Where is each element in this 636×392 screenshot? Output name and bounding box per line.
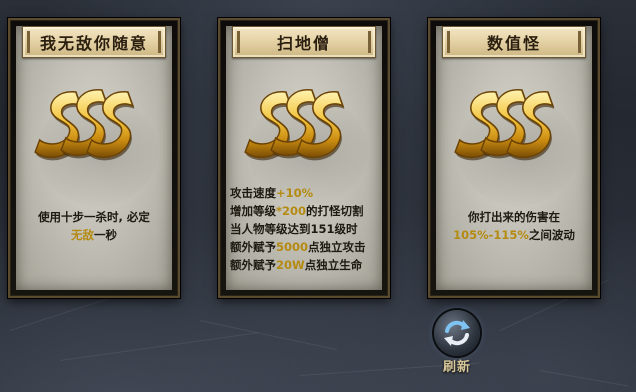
card-description: 攻击速度+10% 增加等级*200的打怪切割 当人物等级达到151级时 额外赋予500…	[230, 184, 380, 274]
card-description: 使用十步一杀时, 必定无敌一秒	[18, 208, 170, 244]
talent-card-3[interactable]: 数值怪 你打出来的伤害在 105%-115%之间波动	[428, 18, 600, 298]
description-line: 额外赋予5000点独立攻击	[230, 238, 380, 256]
highlight-value: +10%	[276, 186, 314, 200]
talent-selection-panel: 我无敌你随意 使用十步一杀时, 必定 无敌一秒 扫地僧 攻击速度+10% 增加等级*…	[0, 0, 636, 392]
description-text: 额外赋予	[230, 258, 276, 272]
sss-rank-icon	[454, 89, 555, 161]
description-text: 一秒	[94, 228, 117, 242]
highlight-value: *200	[276, 204, 307, 218]
highlight-value: 20W	[276, 258, 305, 272]
description-text: 的打怪切割	[306, 204, 364, 218]
description-text: 攻击速度	[230, 186, 276, 200]
refresh-icon	[434, 310, 480, 356]
sss-rank-icon	[34, 89, 135, 161]
talent-card-2[interactable]: 扫地僧 攻击速度+10% 增加等级*200的打怪切割 当人物等级达到151级时 额外赋…	[218, 18, 390, 298]
description-line: 当人物等级达到151级时	[230, 220, 380, 238]
card-title: 扫地僧	[276, 34, 331, 53]
description-text: 点独立生命	[304, 258, 363, 272]
card-title: 我无敌你随意	[39, 34, 148, 53]
description-line: 105%-115%之间波动	[438, 226, 590, 244]
card-title-plate: 我无敌你随意	[22, 26, 166, 58]
card-title-plate: 扫地僧	[232, 26, 376, 58]
card-description: 你打出来的伤害在 105%-115%之间波动	[438, 208, 590, 244]
description-text: 你打出来的伤害在	[468, 210, 560, 224]
description-text: 使用十步一杀时, 必定	[38, 210, 150, 224]
description-line: 使用十步一杀时, 必定	[18, 208, 170, 226]
description-text: 增加等级	[230, 204, 276, 218]
talent-card-1[interactable]: 我无敌你随意 使用十步一杀时, 必定无敌一秒	[8, 18, 180, 298]
refresh-button[interactable]: 刷新	[428, 308, 486, 378]
description-text: 点独立攻击	[308, 240, 366, 254]
description-line: 增加等级*200的打怪切割	[230, 202, 380, 220]
highlight-value: 无敌	[71, 228, 94, 242]
highlight-value: 5000	[276, 240, 309, 254]
refresh-label: 刷新	[442, 360, 471, 375]
description-line: 攻击速度+10%	[230, 184, 380, 202]
description-line: 你打出来的伤害在	[438, 208, 590, 226]
description-line: 无敌一秒	[18, 226, 170, 244]
description-text: 当人物等级达到151级时	[230, 222, 358, 236]
card-title-plate: 数值怪	[442, 26, 586, 58]
sss-rank-icon	[244, 89, 345, 161]
description-text: 之间波动	[528, 228, 575, 242]
highlight-value: 105%-115%	[453, 228, 529, 242]
card-title: 数值怪	[486, 34, 541, 53]
description-text: 额外赋予	[230, 240, 276, 254]
description-line: 额外赋予20W点独立生命	[230, 256, 380, 274]
